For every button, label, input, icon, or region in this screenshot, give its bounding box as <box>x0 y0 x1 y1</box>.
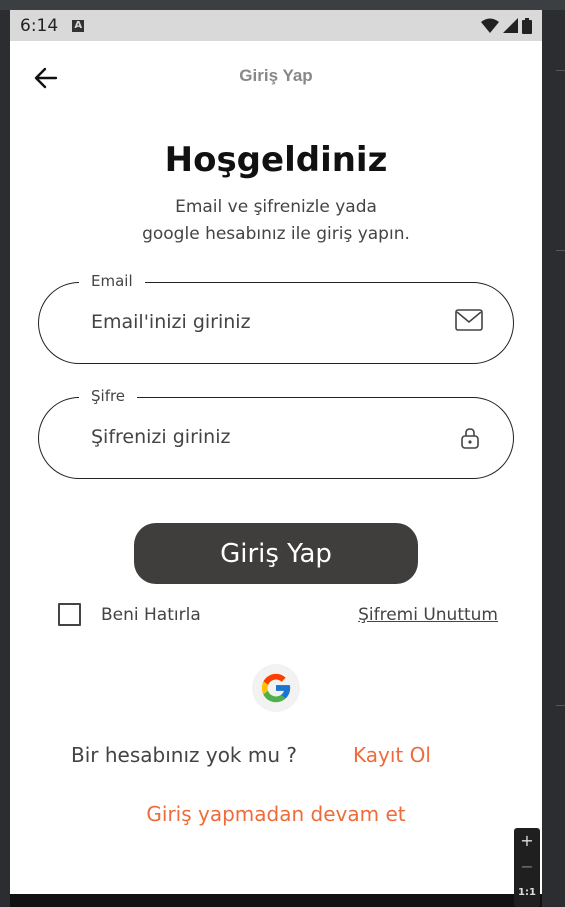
status-icons <box>481 17 532 34</box>
app-bar: Giriş Yap <box>10 41 542 113</box>
remember-row: Beni Hatırla Şifremi Unuttum <box>58 602 498 628</box>
emulator-side-panel <box>542 10 565 907</box>
password-field[interactable]: Şifre Şifrenizi giriniz <box>38 387 514 479</box>
subtitle-line-1: Email ve şifrenizle yada <box>175 197 377 217</box>
remember-checkbox[interactable] <box>58 603 81 626</box>
status-time: 6:14 <box>20 15 59 36</box>
login-button[interactable]: Giriş Yap <box>134 523 418 584</box>
signup-link[interactable]: Kayıt Ol <box>353 743 431 767</box>
page-title: Giriş Yap <box>239 66 313 85</box>
emulator-top-strip <box>0 0 565 10</box>
email-label: Email <box>79 272 145 290</box>
google-icon <box>261 673 291 703</box>
zoom-out-button[interactable]: − <box>514 854 540 880</box>
subtitle-line-2: google hesabınız ile giriş yapın. <box>142 224 410 244</box>
battery-icon <box>522 17 532 34</box>
wifi-icon <box>481 18 499 33</box>
remember-label[interactable]: Beni Hatırla <box>101 605 201 625</box>
notification-a-icon: A <box>72 19 85 32</box>
password-placeholder[interactable]: Şifrenizi giriniz <box>91 426 230 448</box>
continue-as-guest-link[interactable]: Giriş yapmadan devam et <box>10 802 542 826</box>
phone-screen: 6:14 A Giriş Yap Hoşgeldiniz Email ve şi… <box>10 10 542 907</box>
lock-icon[interactable] <box>461 428 479 449</box>
signal-icon <box>503 18 518 33</box>
zoom-reset-button[interactable]: 1:1 <box>514 880 540 906</box>
password-label: Şifre <box>79 387 138 405</box>
status-bar: 6:14 A <box>10 10 542 41</box>
mail-icon <box>455 309 483 331</box>
zoom-in-button[interactable]: + <box>514 828 540 854</box>
forgot-password-link[interactable]: Şifremi Unuttum <box>358 605 498 625</box>
signup-row: Bir hesabınız yok mu ? Kayıt Ol <box>10 743 542 771</box>
emulator-zoom-control: + − 1:1 <box>514 828 540 907</box>
welcome-heading: Hoşgeldiniz <box>164 140 388 180</box>
email-field[interactable]: Email Email'inizi giriniz <box>38 272 514 364</box>
no-account-text: Bir hesabınız yok mu ? <box>71 743 297 767</box>
google-login-button[interactable] <box>252 664 300 712</box>
welcome-subtitle: Email ve şifrenizle yada google hesabını… <box>10 194 542 248</box>
email-placeholder[interactable]: Email'inizi giriniz <box>91 311 251 333</box>
navigation-bar <box>10 894 542 907</box>
